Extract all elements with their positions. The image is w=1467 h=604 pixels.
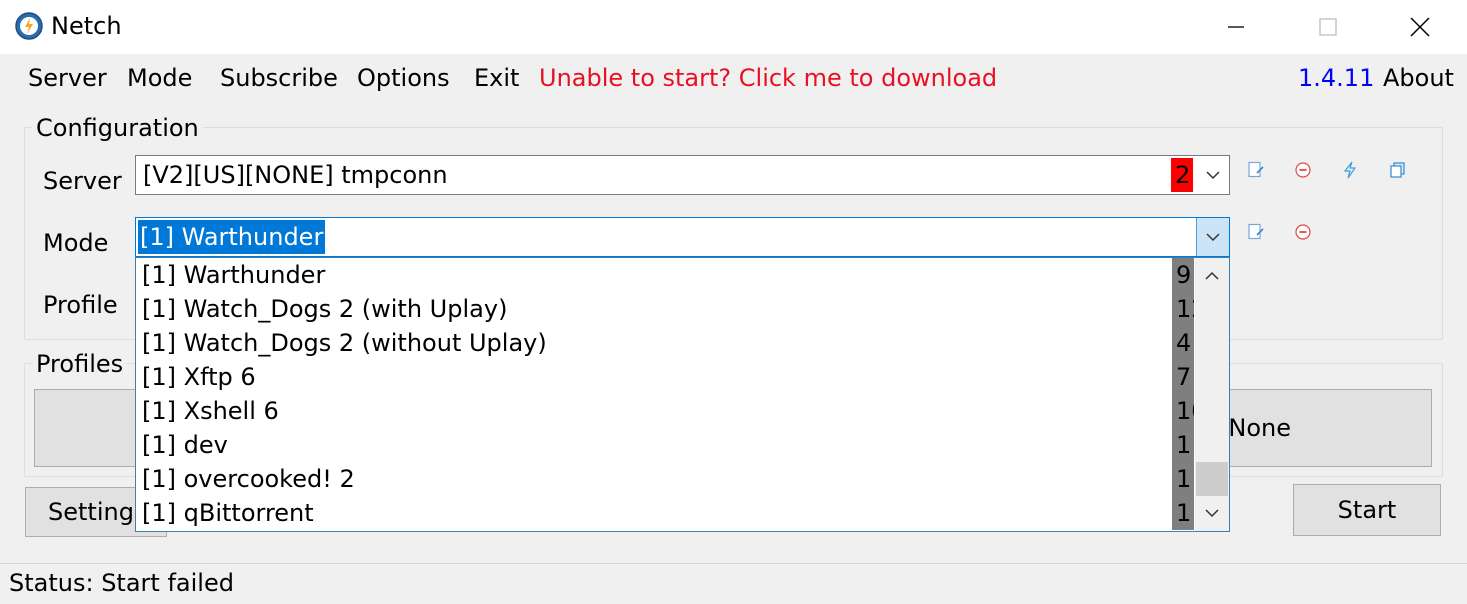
netch-logo-icon (15, 12, 43, 40)
server-dropdown-arrow[interactable] (1198, 156, 1228, 194)
copy-icon (1390, 162, 1405, 178)
scroll-up-button[interactable] (1195, 260, 1229, 292)
mode-dropdown-arrow[interactable] (1196, 218, 1229, 256)
maximize-icon (1319, 18, 1337, 36)
speed-test-button[interactable] (1339, 159, 1361, 181)
mode-select[interactable]: [1] Warthunder (135, 217, 1230, 257)
menu-server[interactable]: Server (28, 62, 107, 94)
version-link[interactable]: 1.4.11 (1298, 62, 1374, 94)
close-icon (1410, 17, 1430, 37)
start-button-label: Start (1337, 496, 1397, 524)
mode-option[interactable]: [1] Xftp 6 (142, 360, 256, 394)
mode-option-badge: 1 (1172, 496, 1194, 530)
status-bar: Status: Start failed (0, 563, 1467, 604)
mode-option[interactable]: [1] Warthunder (142, 258, 325, 292)
mode-option[interactable]: [1] Xshell 6 (142, 394, 279, 428)
mode-option-badge: 7 (1172, 360, 1194, 394)
mode-option-badge: 10 (1172, 394, 1194, 428)
mode-select-value: [1] Warthunder (138, 220, 326, 254)
server-label: Server (43, 167, 122, 195)
mode-option-badge: 12 (1172, 292, 1194, 326)
mode-option[interactable]: [1] Watch_Dogs 2 (without Uplay) (142, 326, 547, 360)
download-link[interactable]: Unable to start? Click me to download (539, 62, 997, 94)
settings-button-label: Settings (48, 498, 147, 526)
copy-server-button[interactable] (1387, 159, 1409, 181)
server-select-value: [V2][US][NONE] tmpconn (143, 161, 448, 189)
maximize-button[interactable] (1282, 0, 1374, 54)
server-delay-badge: 2 (1171, 158, 1193, 192)
mode-option-badge: 1 (1172, 462, 1194, 496)
mode-option[interactable]: [1] overcooked! 2 (142, 462, 355, 496)
menu-exit[interactable]: Exit (474, 62, 519, 94)
mode-dropdown-list: [1] Warthunder 9 [1] Watch_Dogs 2 (with Up… (135, 257, 1230, 532)
minimize-icon (1228, 26, 1244, 28)
menu-subscribe[interactable]: Subscribe (220, 62, 338, 94)
mode-option-badge: 4 (1172, 326, 1194, 360)
mode-option[interactable]: [1] qBittorrent (142, 496, 314, 530)
edit-icon (1248, 223, 1264, 240)
window-title: Netch (51, 12, 122, 40)
server-select[interactable]: [V2][US][NONE] tmpconn 2 (135, 155, 1230, 195)
menu-about[interactable]: About (1383, 62, 1454, 94)
delete-icon (1295, 162, 1311, 178)
menu-mode[interactable]: Mode (127, 62, 192, 94)
chevron-up-icon (1205, 271, 1219, 280)
minimize-button[interactable] (1190, 0, 1282, 54)
edit-mode-button[interactable] (1245, 221, 1267, 243)
title-bar: Netch (0, 0, 1467, 54)
edit-icon (1248, 161, 1264, 178)
chevron-down-icon (1205, 509, 1219, 518)
profiles-title: Profiles (32, 349, 128, 379)
speed-test-icon (1343, 161, 1357, 179)
dropdown-scrollbar[interactable] (1195, 258, 1229, 531)
status-text: Status: Start failed (9, 569, 234, 597)
scroll-down-button[interactable] (1195, 497, 1229, 529)
mode-label: Mode (43, 229, 109, 257)
profile-label: Profile (43, 291, 118, 319)
delete-icon (1295, 224, 1311, 240)
menu-options[interactable]: Options (357, 62, 450, 94)
mode-option[interactable]: [1] Watch_Dogs 2 (with Uplay) (142, 292, 507, 326)
mode-option-badge: 9 (1172, 258, 1194, 292)
edit-server-button[interactable] (1245, 159, 1267, 181)
chevron-down-icon (1206, 171, 1220, 180)
chevron-down-icon (1206, 233, 1220, 242)
delete-mode-button[interactable] (1292, 221, 1314, 243)
configuration-title: Configuration (32, 113, 203, 143)
delete-server-button[interactable] (1292, 159, 1314, 181)
mode-option-badge: 1 (1172, 428, 1194, 462)
profile-button-label: None (1228, 414, 1291, 442)
scroll-thumb[interactable] (1196, 462, 1228, 496)
start-button[interactable]: Start (1293, 484, 1441, 536)
close-button[interactable] (1374, 0, 1466, 54)
mode-option[interactable]: [1] dev (142, 428, 228, 462)
